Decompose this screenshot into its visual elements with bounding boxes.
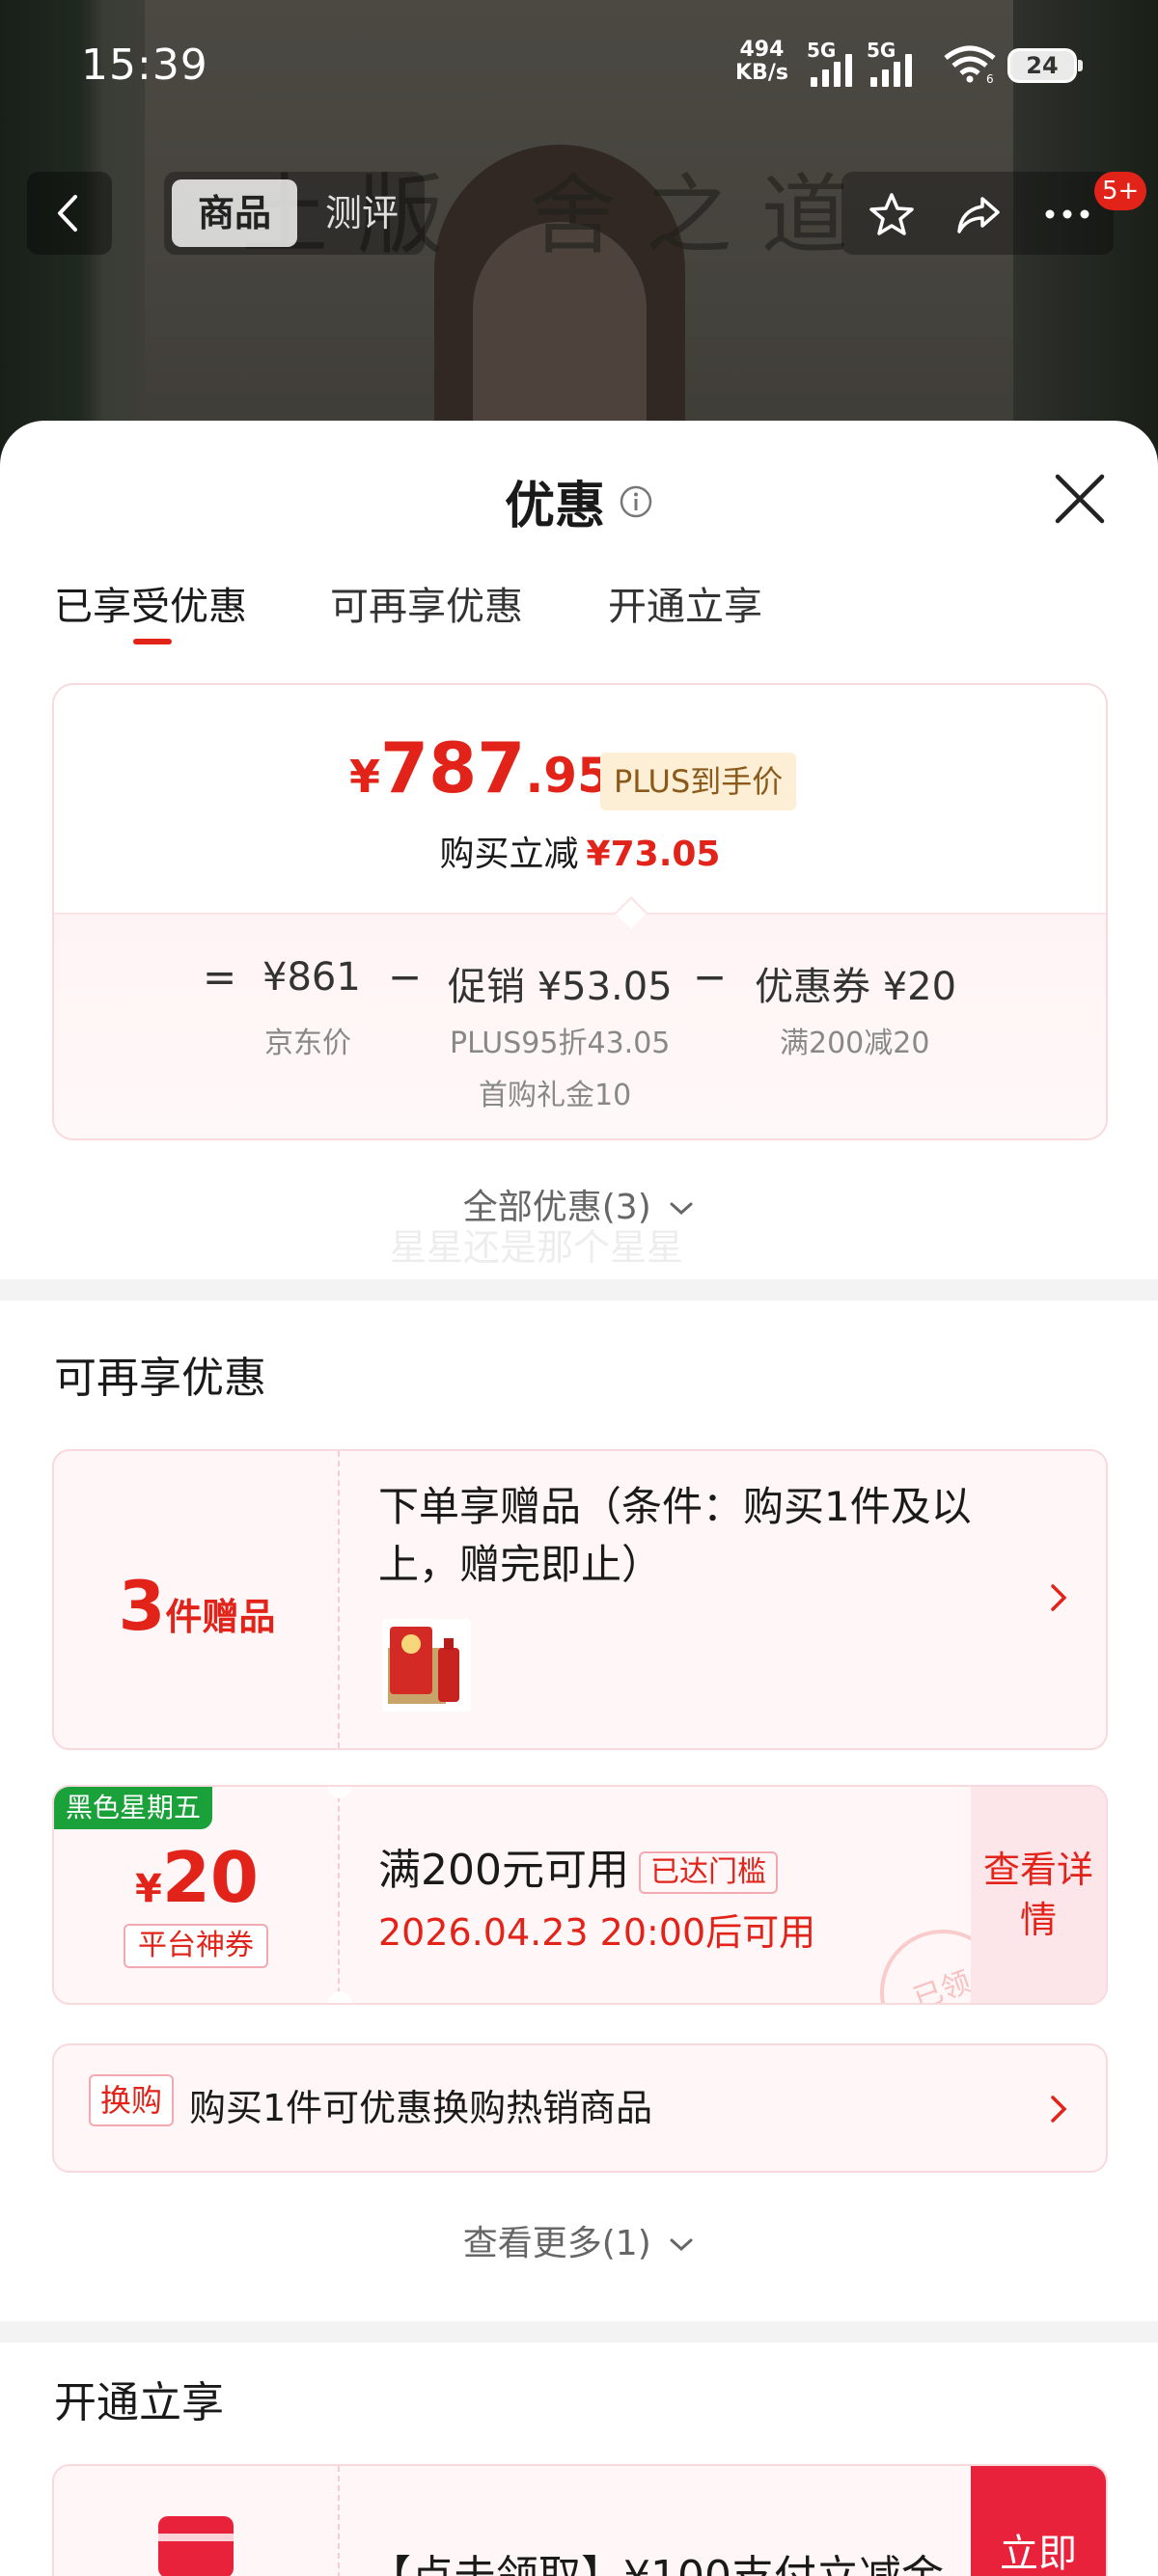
view-details-button[interactable]: 查看详情 xyxy=(971,1787,1106,2003)
coupon-amount-value: 20 xyxy=(161,1837,260,1918)
share-icon[interactable] xyxy=(953,191,1004,237)
chevron-down-icon xyxy=(670,2238,693,2252)
final-price-currency: ¥ xyxy=(349,751,381,803)
gift-count-unit: 件赠品 xyxy=(165,1596,276,1638)
chevron-left-icon xyxy=(58,195,77,232)
coupon-offer-card[interactable]: 黑色星期五 ¥20 平台神券 满200元可用 已达门槛 2026.04.23 20… xyxy=(52,1785,1108,2005)
sheet-title: 优惠 xyxy=(504,478,605,535)
plus-price-tag: PLUS到手价 xyxy=(600,753,797,810)
tab-more-offers[interactable]: 可再享优惠 xyxy=(330,575,523,631)
section-divider xyxy=(0,2321,1158,2343)
product-nav-tabs: 商品 测评 xyxy=(164,172,425,255)
coupon-sub: 满200减20 xyxy=(780,1027,930,1060)
instant-reduction: 购买立减 ¥73.05 xyxy=(54,826,1106,876)
status-bar: 15:39 494 KB/s 5G 5G 6 24 xyxy=(0,0,1158,135)
star-favorite-icon[interactable] xyxy=(867,191,917,237)
wifi-icon: 6 xyxy=(944,45,996,83)
status-time: 15:39 xyxy=(81,41,208,90)
sheet-header: 优惠 xyxy=(0,465,1158,537)
gift-description: 下单享赠品（条件：购买1件及以上，赠完即止） xyxy=(378,1483,972,1588)
chevron-down-icon xyxy=(670,1202,693,1216)
minus-sign: − xyxy=(693,953,728,1000)
chevron-right-icon xyxy=(1051,2096,1067,2123)
final-price-decimal: .95 xyxy=(525,748,611,804)
see-more-toggle[interactable]: 查看更多(1) xyxy=(0,2215,1158,2265)
price-summary-top: ¥787.95 PLUS到手价 购买立减 ¥73.05 xyxy=(54,685,1106,913)
jd-price-label: 京东价 xyxy=(264,1027,351,1060)
equals-sign: = xyxy=(203,953,237,1000)
coupon-amount: ¥20 xyxy=(54,1837,340,1918)
swap-tag: 换购 xyxy=(89,2074,175,2126)
final-price: ¥787.95 xyxy=(349,727,611,808)
promo-sub-plus: PLUS95折43.05 xyxy=(450,1027,671,1060)
tab-review[interactable]: 测评 xyxy=(309,179,415,247)
jd-price-value: ¥861 xyxy=(262,955,361,1000)
open-offer-text: 【点击领取】¥100支付立减金 xyxy=(369,2541,944,2576)
back-button[interactable] xyxy=(27,172,112,255)
discount-sheet: 优惠 已享受优惠 可再享优惠 开通立享 ¥787.95 PLUS到手价 购买立减… xyxy=(0,421,1158,2576)
see-more-label: 查看更多(1) xyxy=(462,2224,651,2263)
swap-offer-card[interactable]: 换购 购买1件可优惠换购热销商品 xyxy=(52,2043,1108,2173)
price-summary-card: ¥787.95 PLUS到手价 购买立减 ¥73.05 = ¥861 京东价 − … xyxy=(52,683,1108,1140)
tab-open-enjoy[interactable]: 开通立享 xyxy=(608,575,762,631)
tab-enjoyed[interactable]: 已享受优惠 xyxy=(54,575,247,631)
coupon-valid-time: 2026.04.23 20:00后可用 xyxy=(378,1911,816,1954)
more-badge: 5+ xyxy=(1094,172,1147,210)
gift-offer-card[interactable]: 3件赠品 下单享赠品（条件：购买1件及以上，赠完即止） xyxy=(52,1449,1108,1750)
active-tab-indicator xyxy=(133,639,172,644)
gift-count: 3件赠品 xyxy=(54,1567,340,1646)
more-offers-title: 可再享优惠 xyxy=(54,1354,266,1403)
coupon-currency: ¥ xyxy=(134,1867,162,1911)
platform-coupon-tag: 平台神券 xyxy=(124,1924,268,1968)
gift-product-thumbnail xyxy=(382,1619,471,1712)
wifi-sub-label: 6 xyxy=(986,72,994,83)
final-price-integer: 787 xyxy=(380,727,526,808)
watermark-text: 星星还是那个星星 xyxy=(390,1226,684,1269)
promo-value: 促销 ¥53.05 xyxy=(448,965,673,1009)
coupon-condition: 满200元可用 已达门槛 xyxy=(378,1835,778,1897)
more-dots-icon[interactable] xyxy=(1038,191,1096,237)
info-icon[interactable] xyxy=(619,484,653,519)
black-friday-flag: 黑色星期五 xyxy=(54,1787,213,1829)
open-enjoy-title: 开通立享 xyxy=(54,2378,224,2427)
coupon-condition-text: 满200元可用 xyxy=(378,1846,629,1895)
payment-card-icon xyxy=(158,2516,234,2576)
open-offer-card[interactable]: 【点击领取】¥100支付立减金 立即 xyxy=(52,2464,1108,2576)
network-speed-unit: KB/s xyxy=(735,61,788,85)
instant-reduction-amount: ¥73.05 xyxy=(586,835,721,874)
instant-reduction-label: 购买立减 xyxy=(439,835,579,874)
network-speed: 494 KB/s xyxy=(735,39,788,85)
close-icon[interactable] xyxy=(1050,469,1110,529)
tab-goods[interactable]: 商品 xyxy=(172,179,297,247)
promo-sub-first-buy: 首购礼金10 xyxy=(479,1079,632,1112)
gift-count-number: 3 xyxy=(118,1567,166,1646)
claim-now-button[interactable]: 立即 xyxy=(971,2466,1106,2576)
minus-sign: − xyxy=(388,953,423,1000)
product-nav-actions xyxy=(841,172,1114,255)
network-speed-value: 494 xyxy=(739,38,785,62)
coupon-value: 优惠券 ¥20 xyxy=(755,965,957,1009)
price-breakdown: = ¥861 京东价 − 促销 ¥53.05 PLUS95折43.05 首购礼金… xyxy=(54,913,1106,1138)
threshold-reached-tag: 已达门槛 xyxy=(638,1851,778,1894)
swap-text: 购买1件可优惠换购热销商品 xyxy=(189,2087,653,2129)
section-divider xyxy=(0,1279,1158,1301)
battery-icon: 24 xyxy=(1007,48,1083,83)
coupon-notch-bottom xyxy=(328,1991,351,2003)
chevron-right-icon xyxy=(1051,1584,1067,1611)
